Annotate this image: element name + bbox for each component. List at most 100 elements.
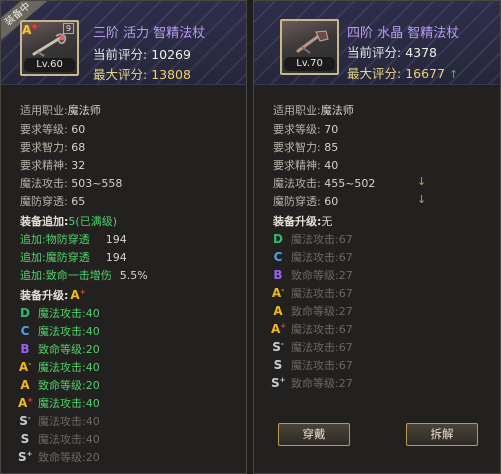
- stat-label: 魔防穿透:: [20, 195, 68, 208]
- upgrade-row: A- 魔法攻击:40: [18, 359, 100, 375]
- upgrade-row: S+ 致命等级:27: [271, 375, 353, 391]
- grade-sup: +: [31, 22, 38, 31]
- max-score-label: 最大评分:: [93, 67, 148, 82]
- stat-value: 60: [71, 123, 86, 136]
- stat-label: 要求智力:: [273, 141, 321, 154]
- grade-b-icon: B: [20, 342, 30, 356]
- upgrade-row: A 致命等级:27: [271, 303, 353, 319]
- upgrade-row: D 魔法攻击:67: [271, 231, 353, 247]
- stat-label: 要求精神:: [273, 159, 321, 172]
- upgrade-title: 装备升级: A+: [20, 287, 90, 303]
- stat-value: 65: [71, 195, 86, 208]
- stat-value: 40: [324, 159, 339, 172]
- addon-value: 194: [105, 233, 127, 246]
- upgrade-row: A- 魔法攻击:67: [271, 285, 353, 301]
- stat-req-int: 要求智力: 85: [273, 139, 338, 155]
- grade-s-icon: S: [273, 358, 283, 372]
- stat-req-level: 要求等级: 60: [20, 121, 85, 137]
- current-score: 当前评分: 4378: [347, 42, 437, 61]
- upgrade-grade-badge: A+: [70, 288, 86, 302]
- stat-value: 68: [71, 141, 86, 154]
- grade-c-icon: C: [273, 250, 283, 264]
- stat-value: 503~558: [71, 177, 123, 190]
- addon-title: 装备追加:5(已满级): [20, 213, 117, 229]
- upgrade-row: B 致命等级:27: [271, 267, 353, 283]
- stat-magic-attack: 魔法攻击: 455~502: [273, 175, 375, 191]
- item-icon[interactable]: A+ 9 Lv.60: [20, 20, 79, 76]
- addon-label: 追加:致命一击增伤: [20, 269, 112, 282]
- max-score-value: 16677: [405, 66, 445, 81]
- stat-label: 魔法攻击:: [20, 177, 68, 190]
- equipped-item-panel: 装备中 A+ 9 Lv.60 三阶 活力 智精法杖 当前评分: 10269 最大…: [0, 0, 247, 474]
- down-arrow-icon: ↓: [417, 175, 427, 188]
- grade-a-icon: A: [20, 378, 30, 392]
- staff-icon: [32, 33, 67, 57]
- upgrade-text: 致命等级:20: [38, 379, 100, 392]
- grade-a-icon: A: [273, 304, 283, 318]
- upgrade-row: C 魔法攻击:40: [18, 323, 100, 339]
- equip-button[interactable]: 穿戴: [278, 423, 350, 446]
- grade-s-minus-icon: S-: [272, 340, 284, 354]
- grade-s-minus-icon: S-: [19, 414, 31, 428]
- upgrade-grade-letter: A: [70, 288, 80, 302]
- upgrade-row: A+ 魔法攻击:67: [271, 321, 353, 337]
- upgrade-row: S+ 致命等级:20: [18, 449, 100, 465]
- stat-class: 适用职业:魔法师: [273, 102, 354, 118]
- max-score-value: 13808: [151, 67, 191, 82]
- addon-status: (已满级): [75, 215, 117, 228]
- level-label: Lv.70: [284, 57, 335, 71]
- dismantle-button[interactable]: 拆解: [406, 423, 478, 446]
- upgrade-text: 魔法攻击:40: [38, 325, 100, 338]
- upgrade-title-label: 装备升级:: [273, 215, 322, 228]
- item-name: 四阶 水晶 智精法杖: [347, 26, 460, 41]
- stat-value: 60: [324, 195, 339, 208]
- upgrade-text: 魔法攻击:67: [291, 287, 353, 300]
- upgrade-grade-sup: +: [79, 288, 86, 296]
- addon-label: 追加:魔防穿透: [20, 251, 90, 264]
- stat-label: 要求智力:: [20, 141, 68, 154]
- upgrade-row: S 魔法攻击:40: [18, 431, 100, 447]
- upgrade-row: C 魔法攻击:67: [271, 249, 353, 265]
- upgrade-title: 装备升级:无: [273, 213, 332, 229]
- item-name: 三阶 活力 智精法杖: [93, 26, 206, 41]
- upgrade-text: 致命等级:27: [291, 269, 353, 282]
- stat-req-int: 要求智力: 68: [20, 139, 85, 155]
- level-label: Lv.60: [24, 58, 75, 72]
- upgrade-text: 致命等级:27: [291, 305, 353, 318]
- stat-value: 455~502: [324, 177, 376, 190]
- addon-row: 追加:致命一击增伤 5.5%: [20, 267, 148, 283]
- current-score-value: 4378: [405, 45, 438, 60]
- stat-req-level: 要求等级: 70: [273, 121, 338, 137]
- addon-label: 追加:物防穿透: [20, 233, 90, 246]
- stat-value: 魔法师: [320, 104, 354, 117]
- addon-row: 追加:物防穿透 194: [20, 231, 127, 247]
- stat-class: 适用职业:魔法师: [20, 102, 101, 118]
- stat-label: 适用职业:: [20, 104, 68, 117]
- addon-value: 194: [105, 251, 127, 264]
- stat-label: 适用职业:: [273, 104, 321, 117]
- item-icon[interactable]: Lv.70: [280, 19, 339, 75]
- grade-c-icon: C: [20, 324, 30, 338]
- stat-label: 要求等级:: [273, 123, 321, 136]
- upgrade-row: S 魔法攻击:67: [271, 357, 353, 373]
- stat-value: 70: [324, 123, 339, 136]
- upgrade-text: 魔法攻击:67: [291, 341, 353, 354]
- upgrade-title-label: 装备升级:: [20, 289, 69, 302]
- upgrade-text: 魔法攻击:40: [38, 433, 100, 446]
- current-score-label: 当前评分:: [93, 47, 148, 62]
- grade-s-plus-icon: S+: [271, 376, 286, 390]
- grade-d-icon: D: [273, 232, 283, 246]
- stat-req-spirit: 要求精神: 40: [273, 157, 338, 173]
- addon-row: 追加:魔防穿透 194: [20, 249, 127, 265]
- stat-magic-pen: 魔防穿透: 60: [273, 193, 338, 209]
- grade-a-minus-icon: A-: [271, 286, 285, 300]
- stat-magic-attack: 魔法攻击: 503~558: [20, 175, 122, 191]
- upgrade-status: 无: [321, 215, 333, 228]
- current-score-value: 10269: [151, 47, 191, 62]
- upgrade-text: 魔法攻击:67: [291, 233, 353, 246]
- upgrade-row: D 魔法攻击:40: [18, 305, 100, 321]
- compare-item-panel: Lv.70 四阶 水晶 智精法杖 当前评分: 4378 最大评分: 16677 ↑…: [253, 0, 501, 474]
- current-score-label: 当前评分:: [347, 45, 402, 60]
- upgrade-row: S- 魔法攻击:67: [271, 339, 353, 355]
- stat-label: 要求精神:: [20, 159, 68, 172]
